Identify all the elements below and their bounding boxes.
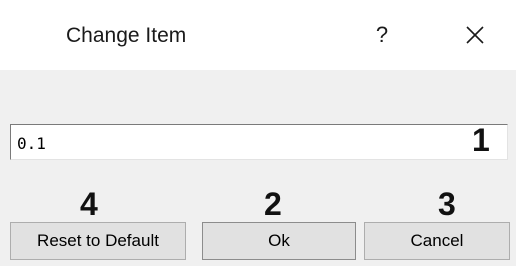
value-input[interactable]: 0.1 <box>10 124 508 160</box>
value-input-text: 0.1 <box>17 134 46 153</box>
close-icon <box>466 26 484 44</box>
reset-to-default-button[interactable]: Reset to Default <box>10 222 186 260</box>
dialog-title: Change Item <box>66 24 187 47</box>
ok-button[interactable]: Ok <box>202 222 356 260</box>
change-item-dialog: Change Item ? 0.1 1 4 2 3 Reset to Defau… <box>0 0 516 266</box>
close-button[interactable] <box>460 20 490 50</box>
callout-number-4: 4 <box>80 186 98 222</box>
title-bar: Change Item ? <box>0 0 516 70</box>
content-band <box>0 70 516 124</box>
callout-number-1: 1 <box>472 122 490 158</box>
help-button[interactable]: ? <box>370 20 394 50</box>
cancel-button[interactable]: Cancel <box>364 222 510 260</box>
callout-number-3: 3 <box>438 186 456 222</box>
callout-number-2: 2 <box>264 186 282 222</box>
